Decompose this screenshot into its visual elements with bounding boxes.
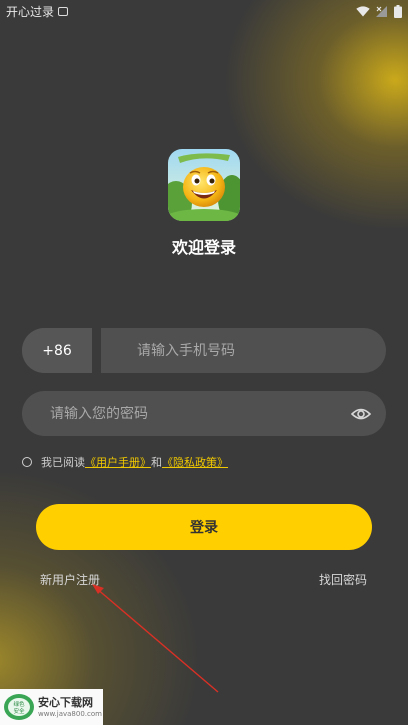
country-code-selector[interactable]: +86 [22, 328, 92, 373]
agreement-row: 我已阅读 《用户手册》 和 《隐私政策》 [22, 454, 228, 470]
phone-separator [92, 328, 101, 373]
signal-x-icon [376, 5, 387, 17]
password-row [22, 391, 386, 436]
battery-icon [394, 4, 402, 18]
password-input[interactable] [50, 405, 350, 422]
status-left: 开心过录 [6, 3, 69, 20]
status-bar: 开心过录 [0, 0, 408, 22]
eye-icon[interactable] [350, 403, 372, 425]
watermark: 绿色 安全 安心下载网 www.java800.com [0, 689, 103, 725]
wifi-icon [356, 5, 370, 16]
notification-icon [58, 6, 69, 16]
phone-row: +86 [22, 328, 386, 373]
status-right [356, 4, 402, 18]
forgot-password-link[interactable]: 找回密码 [319, 571, 367, 588]
svg-text:绿色: 绿色 [13, 700, 25, 708]
agreement-checkbox[interactable] [22, 457, 32, 467]
watermark-title: 安心下载网 [38, 695, 93, 709]
watermark-url: www.java800.com [38, 709, 102, 718]
privacy-policy-link[interactable]: 《隐私政策》 [162, 454, 228, 470]
app-logo-icon [168, 149, 240, 221]
svg-text:安全: 安全 [13, 707, 25, 715]
register-link[interactable]: 新用户注册 [40, 571, 100, 588]
agreement-prefix: 我已阅读 [41, 456, 85, 469]
agreement-and: 和 [151, 456, 162, 469]
login-button[interactable]: 登录 [36, 504, 372, 550]
phone-input[interactable] [101, 328, 386, 373]
welcome-title: 欢迎登录 [171, 238, 236, 257]
watermark-logo-icon: 绿色 安全 [4, 694, 34, 720]
status-app-label: 开心过录 [6, 4, 55, 19]
user-manual-link[interactable]: 《用户手册》 [85, 454, 151, 470]
